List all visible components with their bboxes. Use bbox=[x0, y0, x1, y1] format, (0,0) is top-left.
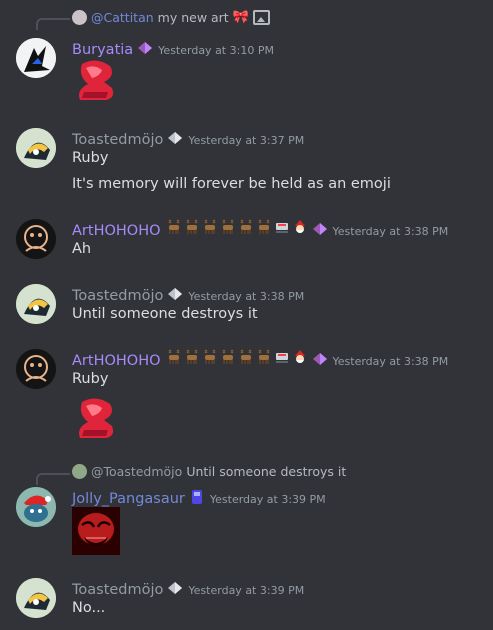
message-text: Ah bbox=[72, 241, 92, 257]
nitro-gem-icon bbox=[166, 580, 184, 596]
reply-preview[interactable]: @Cattitan my new art 🎀 bbox=[72, 10, 270, 25]
timestamp: Yesterday at 3:10 PM bbox=[158, 44, 274, 57]
sleigh-icon bbox=[274, 349, 290, 365]
reply-spine bbox=[36, 18, 70, 30]
deer-icon bbox=[256, 219, 272, 235]
author-name[interactable]: ArtHOHOHO bbox=[72, 353, 161, 369]
deer-icon bbox=[202, 349, 218, 365]
avatar[interactable] bbox=[16, 128, 56, 168]
nitro-gem-icon bbox=[311, 351, 329, 367]
name-emojis bbox=[166, 349, 308, 365]
nitro-gem-icon bbox=[166, 130, 184, 146]
reply-avatar bbox=[72, 464, 87, 479]
deer-icon bbox=[202, 219, 218, 235]
author-name[interactable]: ArtHOHOHO bbox=[72, 223, 161, 239]
reply-spine bbox=[36, 473, 70, 485]
timestamp: Yesterday at 3:37 PM bbox=[188, 134, 305, 147]
reply-avatar bbox=[72, 10, 87, 25]
sleigh-icon bbox=[274, 219, 290, 235]
timestamp: Yesterday at 3:38 PM bbox=[188, 290, 305, 303]
name-emojis bbox=[166, 219, 308, 235]
message-text: No... bbox=[72, 600, 106, 616]
image-icon bbox=[252, 10, 270, 25]
message-text: Until someone destroys it bbox=[72, 306, 258, 322]
deer-icon bbox=[256, 349, 272, 365]
avatar[interactable] bbox=[16, 284, 56, 324]
author-name[interactable]: Toastedmöjo bbox=[72, 132, 163, 148]
timestamp: Yesterday at 3:39 PM bbox=[188, 584, 305, 597]
ruby-emoji bbox=[72, 58, 120, 102]
avatar[interactable] bbox=[16, 219, 56, 259]
reply-text: my new art bbox=[157, 10, 229, 25]
nitro-gem-icon bbox=[166, 286, 184, 302]
santa-icon bbox=[292, 219, 308, 235]
deer-icon bbox=[184, 349, 200, 365]
timestamp: Yesterday at 3:39 PM bbox=[209, 493, 326, 506]
nitro-gem-icon bbox=[136, 40, 154, 56]
gift-icon: 🎀 bbox=[232, 10, 249, 25]
message-text: Ruby bbox=[72, 150, 109, 166]
deer-icon bbox=[238, 219, 254, 235]
deer-icon bbox=[184, 219, 200, 235]
author-name[interactable]: Buryatia bbox=[72, 42, 133, 58]
message-text: Ruby bbox=[72, 371, 109, 387]
avatar[interactable] bbox=[16, 487, 56, 527]
reply-author[interactable]: @Toastedmöjo bbox=[91, 464, 182, 479]
deer-icon bbox=[238, 349, 254, 365]
sticker-image[interactable] bbox=[72, 507, 120, 555]
deer-icon bbox=[166, 219, 182, 235]
author-name[interactable]: Toastedmöjo bbox=[72, 288, 163, 304]
nitro-gem-icon bbox=[311, 221, 329, 237]
timestamp: Yesterday at 3:38 PM bbox=[332, 355, 449, 368]
sticker-badge-icon bbox=[188, 489, 206, 505]
avatar[interactable] bbox=[16, 578, 56, 618]
author-name[interactable]: Jolly_Pangasaur bbox=[72, 491, 185, 507]
avatar[interactable] bbox=[16, 38, 56, 78]
reply-author[interactable]: @Cattitan bbox=[91, 10, 154, 25]
author-name[interactable]: Toastedmöjo bbox=[72, 582, 163, 598]
reply-preview[interactable]: @Toastedmöjo Until someone destroys it bbox=[72, 464, 346, 479]
ruby-emoji bbox=[72, 396, 120, 440]
timestamp: Yesterday at 3:38 PM bbox=[332, 225, 449, 238]
deer-icon bbox=[220, 219, 236, 235]
santa-icon bbox=[292, 349, 308, 365]
deer-icon bbox=[220, 349, 236, 365]
reply-text: Until someone destroys it bbox=[186, 464, 347, 479]
avatar[interactable] bbox=[16, 349, 56, 389]
message-text: It's memory will forever be held as an e… bbox=[72, 176, 391, 192]
deer-icon bbox=[166, 349, 182, 365]
